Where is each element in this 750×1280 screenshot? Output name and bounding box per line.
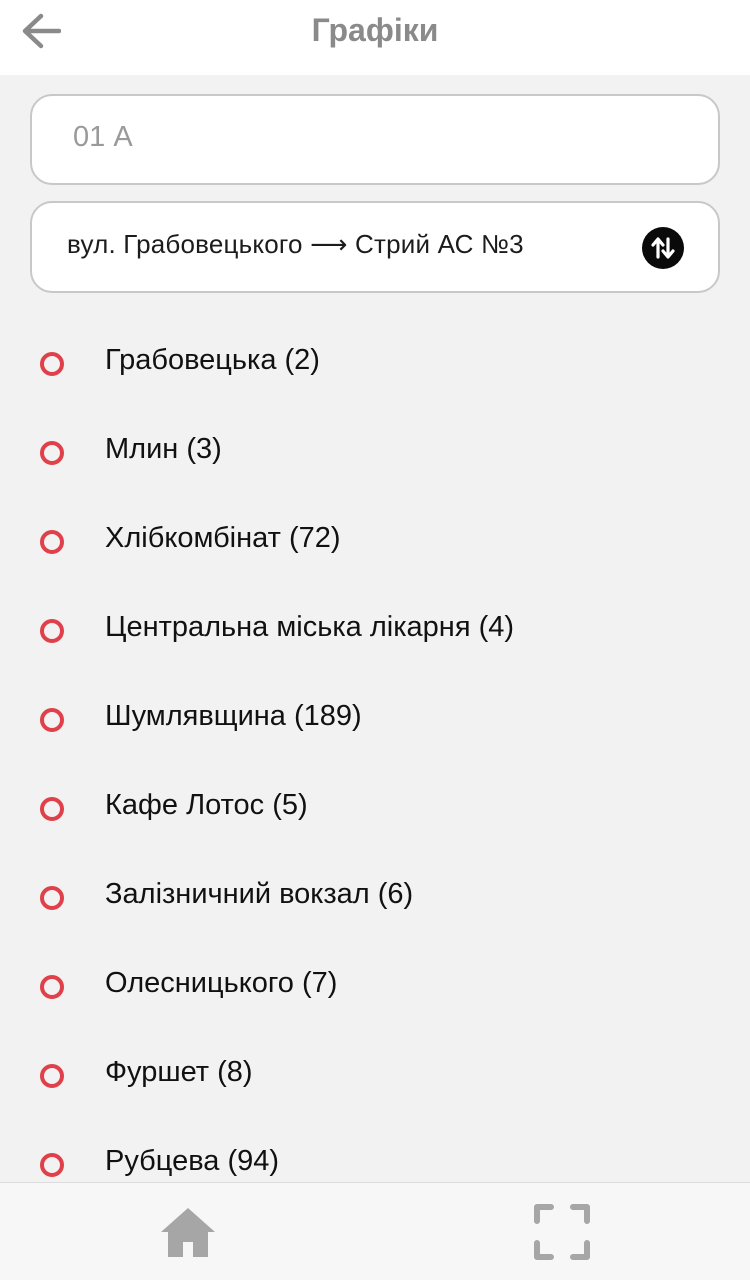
bottom-tab-bar bbox=[0, 1182, 750, 1280]
stop-marker-icon bbox=[40, 530, 64, 554]
stop-marker-icon bbox=[40, 975, 64, 999]
stop-marker-icon bbox=[40, 1064, 64, 1088]
stop-item[interactable]: Залізничний вокзал (6) bbox=[0, 853, 750, 942]
stop-item[interactable]: Фуршет (8) bbox=[0, 1031, 750, 1120]
swap-direction-button[interactable] bbox=[642, 227, 684, 269]
stops-list: Грабовецька (2) Млин (3) Хлібкомбінат (7… bbox=[0, 319, 750, 1209]
stop-label: Олесницького (7) bbox=[105, 967, 338, 999]
tab-scan[interactable] bbox=[530, 1203, 594, 1261]
route-search-field[interactable] bbox=[30, 94, 720, 185]
tab-home[interactable] bbox=[156, 1203, 220, 1261]
stop-item[interactable]: Центральна міська лікарня (4) bbox=[0, 586, 750, 675]
stop-label: Центральна міська лікарня (4) bbox=[105, 611, 515, 643]
back-button[interactable] bbox=[16, 8, 66, 54]
stop-marker-icon bbox=[40, 352, 64, 376]
stop-label: Фуршет (8) bbox=[105, 1056, 253, 1088]
stop-item[interactable]: Хлібкомбінат (72) bbox=[0, 497, 750, 586]
arrow-left-icon bbox=[22, 13, 61, 49]
stop-label: Рубцева (94) bbox=[105, 1145, 280, 1177]
direction-selector[interactable]: вул. Грабовецького ⟶ Стрий АС №3 bbox=[30, 201, 720, 293]
header-bar: Графіки bbox=[0, 0, 750, 75]
stop-label: Залізничний вокзал (6) bbox=[105, 878, 414, 910]
direction-label: вул. Грабовецького ⟶ Стрий АС №3 bbox=[67, 228, 524, 259]
home-icon bbox=[161, 1208, 215, 1257]
stop-marker-icon bbox=[40, 797, 64, 821]
stop-marker-icon bbox=[40, 441, 64, 465]
page-title: Графіки bbox=[311, 12, 439, 48]
stop-marker-icon bbox=[40, 708, 64, 732]
swap-vertical-icon bbox=[651, 237, 675, 259]
stop-label: Грабовецька (2) bbox=[105, 344, 320, 376]
stop-item[interactable]: Олесницького (7) bbox=[0, 942, 750, 1031]
stop-marker-icon bbox=[40, 1153, 64, 1177]
stop-item[interactable]: Грабовецька (2) bbox=[0, 319, 750, 408]
stop-label: Кафе Лотос (5) bbox=[105, 789, 308, 821]
route-input[interactable] bbox=[73, 121, 673, 154]
stop-marker-icon bbox=[40, 886, 64, 910]
stop-item[interactable]: Шумлявщина (189) bbox=[0, 675, 750, 764]
stop-label: Хлібкомбінат (72) bbox=[105, 522, 341, 554]
stop-item[interactable]: Кафе Лотос (5) bbox=[0, 764, 750, 853]
stop-label: Шумлявщина (189) bbox=[105, 700, 362, 732]
stop-label: Млин (3) bbox=[105, 433, 222, 465]
stop-marker-icon bbox=[40, 619, 64, 643]
stop-item[interactable]: Млин (3) bbox=[0, 408, 750, 497]
scan-frame-icon bbox=[534, 1204, 590, 1260]
